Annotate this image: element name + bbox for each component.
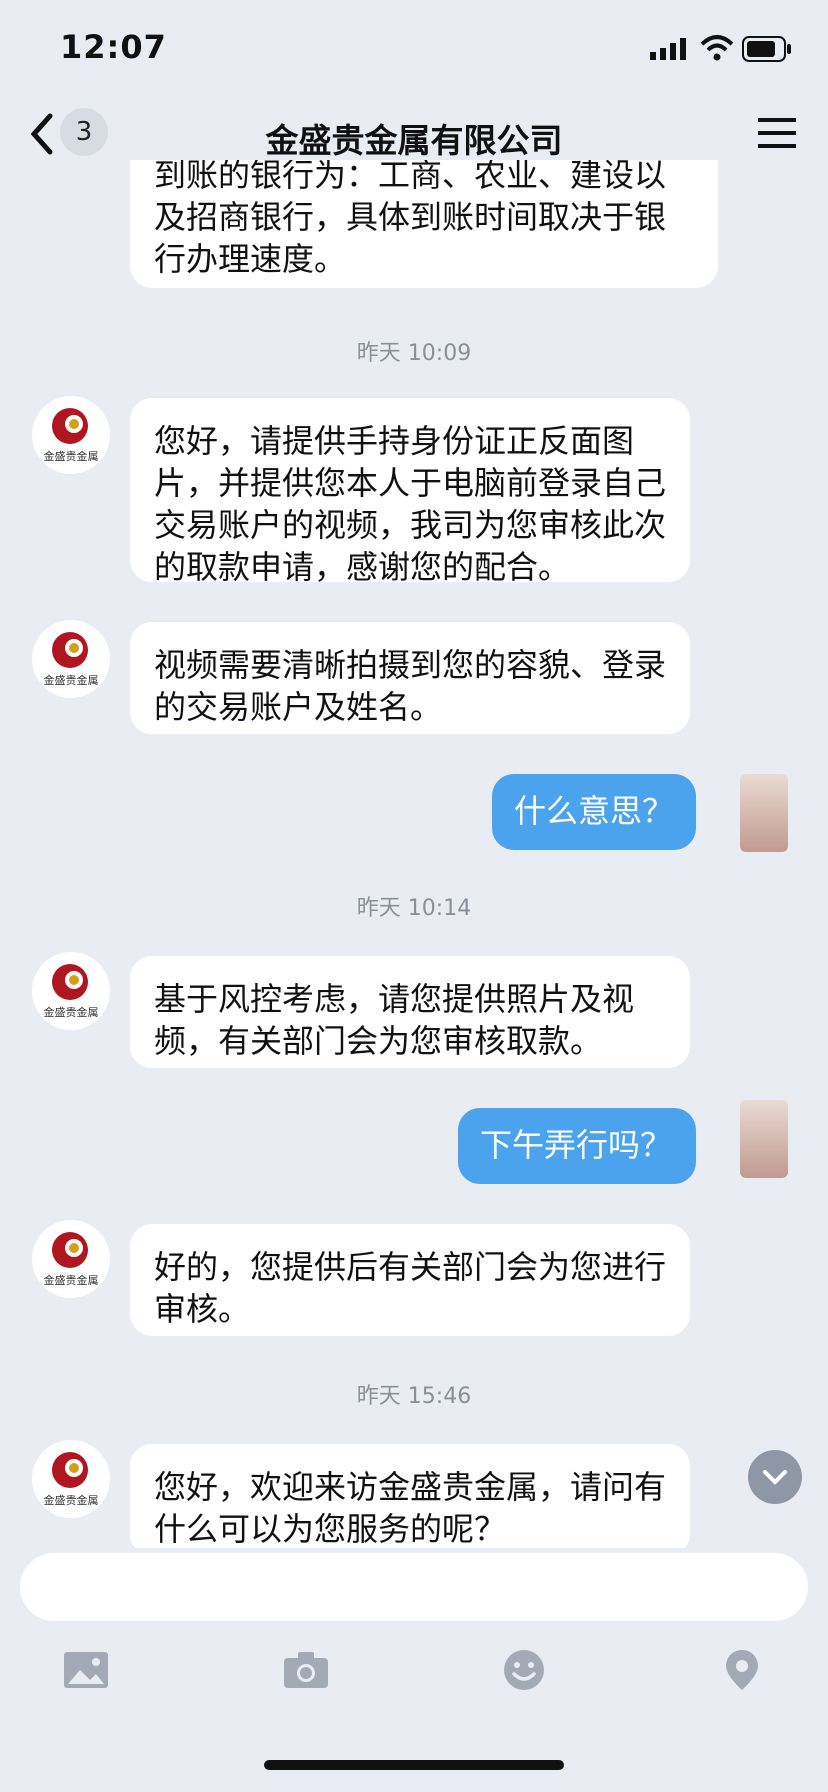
- avatar[interactable]: 金盛贵金属: [32, 1440, 110, 1518]
- emoji-icon[interactable]: [500, 1648, 548, 1692]
- scroll-to-bottom-button[interactable]: [748, 1450, 802, 1504]
- company-logo-icon: [52, 632, 88, 668]
- message-bubble-incoming[interactable]: 视频需要清晰拍摄到您的容貌、登录的交易账户及姓名。: [130, 622, 690, 734]
- company-logo-icon: [52, 1452, 88, 1488]
- status-bar: 12:07: [0, 0, 828, 100]
- message-input[interactable]: [20, 1553, 808, 1621]
- image-icon[interactable]: [62, 1648, 110, 1692]
- avatar-brand-text: 金盛贵金属: [43, 1494, 99, 1507]
- signal-icon: [650, 38, 686, 60]
- user-avatar[interactable]: [740, 774, 788, 852]
- message-bubble-incoming[interactable]: 到账的银行为：工商、农业、建设以及招商银行，具体到账时间取决于银行办理速度。: [130, 160, 718, 288]
- avatar-brand-text: 金盛贵金属: [43, 450, 99, 463]
- user-avatar[interactable]: [740, 1100, 788, 1178]
- page-title: 金盛贵金属有限公司: [265, 121, 563, 160]
- message-bubble-outgoing[interactable]: 什么意思？: [492, 774, 696, 850]
- company-logo-icon: [52, 408, 88, 444]
- message-bubble-incoming[interactable]: 基于风控考虑，请您提供照片及视频，有关部门会为您审核取款。: [130, 956, 690, 1068]
- timestamp: 昨天 15:46: [356, 1384, 472, 1409]
- battery-icon: [742, 36, 791, 62]
- message-list[interactable]: 到账的银行为：工商、农业、建设以及招商银行，具体到账时间取决于银行办理速度。 昨…: [0, 160, 828, 1548]
- timestamp: 昨天 10:14: [356, 896, 472, 921]
- input-toolbar: [0, 1640, 828, 1700]
- message-bubble-incoming[interactable]: 您好，欢迎来访金盛贵金属，请问有什么可以为您服务的呢？: [130, 1444, 690, 1548]
- camera-icon[interactable]: [282, 1648, 330, 1692]
- chevron-down-icon: [763, 1470, 787, 1485]
- avatar[interactable]: 金盛贵金属: [32, 952, 110, 1030]
- avatar-brand-text: 金盛贵金属: [43, 1274, 99, 1287]
- avatar-brand-text: 金盛贵金属: [43, 674, 99, 687]
- timestamp: 昨天 10:09: [356, 341, 472, 366]
- message-bubble-outgoing[interactable]: 下午弄行吗？: [458, 1108, 696, 1184]
- company-logo-icon: [52, 1232, 88, 1268]
- home-indicator: [264, 1760, 564, 1770]
- avatar[interactable]: 金盛贵金属: [32, 396, 110, 474]
- avatar[interactable]: 金盛贵金属: [32, 1220, 110, 1298]
- company-logo-icon: [52, 964, 88, 1000]
- message-bubble-incoming[interactable]: 您好，请提供手持身份证正反面图片，并提供您本人于电脑前登录自己交易账户的视频，我…: [130, 398, 690, 586]
- location-icon[interactable]: [718, 1648, 766, 1692]
- avatar-brand-text: 金盛贵金属: [43, 1006, 99, 1019]
- avatar[interactable]: 金盛贵金属: [32, 620, 110, 698]
- message-bubble-incoming[interactable]: 好的，您提供后有关部门会为您进行审核。: [130, 1224, 690, 1336]
- menu-icon[interactable]: [758, 116, 796, 150]
- status-time: 12:07: [60, 28, 167, 66]
- wifi-icon: [700, 35, 734, 61]
